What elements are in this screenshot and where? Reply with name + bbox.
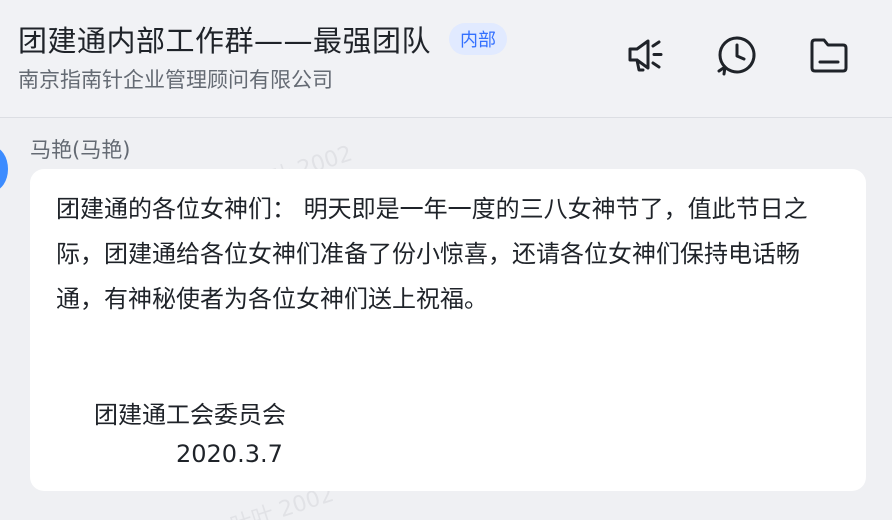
- history-icon[interactable]: [716, 34, 758, 76]
- chat-header: 团建通内部工作群——最强团队 内部 南京指南针企业管理顾问有限公司: [0, 0, 892, 118]
- organization-name: 南京指南针企业管理顾问有限公司: [18, 68, 333, 92]
- title-row: 团建通内部工作群——最强团队 内部: [18, 18, 508, 60]
- group-title[interactable]: 团建通内部工作群——最强团队: [18, 18, 431, 60]
- message-bubble[interactable]: 团建通的各位女神们： 明天即是一年一度的三八女神节了，值此节日之际，团建通给各位…: [30, 169, 866, 491]
- announcement-icon[interactable]: [624, 34, 666, 76]
- avatar[interactable]: [0, 147, 8, 191]
- message-text: 团建通的各位女神们： 明天即是一年一度的三八女神节了，值此节日之际，团建通给各位…: [56, 195, 808, 313]
- folder-icon[interactable]: [808, 34, 850, 76]
- internal-badge: 内部: [449, 23, 508, 55]
- signature-date: 2020.3.7: [176, 440, 283, 468]
- sender-name[interactable]: 马艳(马艳): [30, 134, 130, 164]
- signature-organization: 团建通工会委员会: [94, 401, 286, 429]
